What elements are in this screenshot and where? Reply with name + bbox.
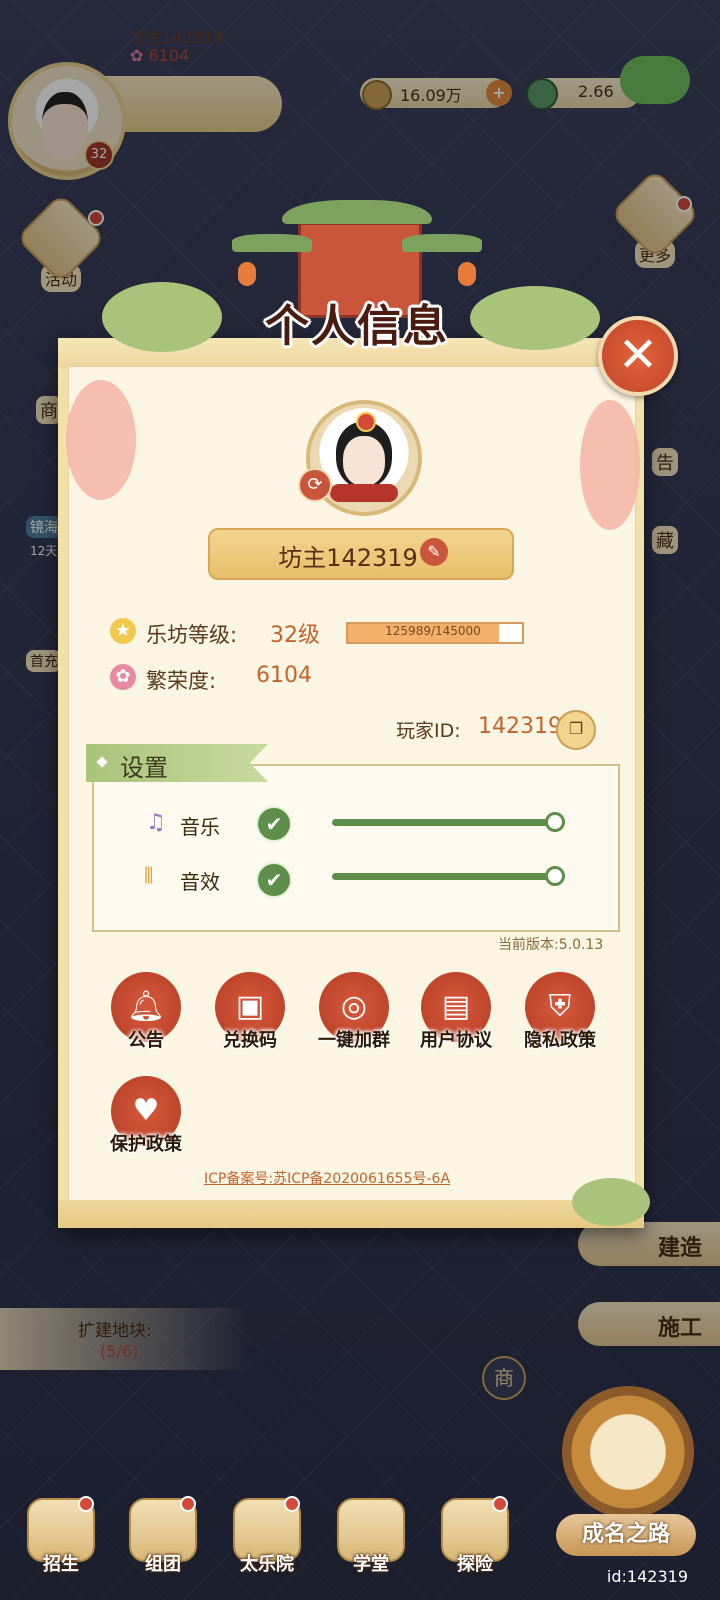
prosperity-value: 6104 bbox=[256, 663, 312, 688]
bottom-navigation: 招生 组团 太乐院 学堂 探险 成名之路 id:142319 bbox=[0, 1386, 720, 1600]
edit-name-button[interactable]: ✎ bbox=[420, 538, 448, 566]
music-note-icon: ♫ bbox=[146, 810, 166, 835]
nav-academy[interactable]: 太乐院 bbox=[230, 1496, 304, 1576]
level-value: 32级 bbox=[270, 623, 320, 648]
music-toggle-checkbox[interactable]: ✔ bbox=[256, 806, 292, 842]
bush-decoration bbox=[102, 282, 222, 352]
settings-title: 设置 bbox=[120, 754, 168, 782]
music-label: 音乐 bbox=[180, 815, 220, 839]
join-group-button[interactable]: ◎ 一键加群 bbox=[312, 972, 396, 1052]
refresh-icon: ⟳ bbox=[307, 474, 323, 495]
change-avatar-button[interactable]: ⟳ bbox=[298, 468, 332, 502]
blossom-decoration bbox=[580, 400, 640, 530]
prosperity-label: 繁荣度: bbox=[146, 669, 217, 693]
lantern-icon bbox=[238, 262, 256, 286]
check-icon: ✔ bbox=[265, 812, 283, 836]
privacy-policy-button[interactable]: ⛨ 隐私政策 bbox=[518, 972, 602, 1052]
star-icon: ★ bbox=[110, 618, 136, 644]
close-icon: ✕ bbox=[617, 327, 659, 383]
user-agreement-label: 用户协议 bbox=[420, 1030, 492, 1051]
notification-dot bbox=[78, 1496, 94, 1512]
nav-school-label: 学堂 bbox=[353, 1554, 389, 1575]
announcement-button[interactable]: 🔔︎ 公告 bbox=[104, 972, 188, 1052]
privacy-policy-label: 隐私政策 bbox=[524, 1030, 596, 1051]
check-icon: ✔ bbox=[265, 868, 283, 892]
nav-school[interactable]: 学堂 bbox=[334, 1498, 408, 1576]
bush-decoration bbox=[572, 1178, 650, 1226]
player-id-value: 142319 bbox=[478, 714, 562, 739]
bush-decoration bbox=[470, 286, 600, 350]
icp-link[interactable]: ICP备案号:苏ICP备2020061655号-6A bbox=[204, 1168, 450, 1188]
exp-progress-text: 125989/145000 bbox=[385, 624, 481, 638]
announcement-label: 公告 bbox=[128, 1030, 164, 1051]
flower-icon: ✿ bbox=[110, 664, 136, 690]
sfx-volume-slider[interactable] bbox=[332, 866, 565, 886]
nav-recruit-label: 招生 bbox=[43, 1554, 79, 1575]
dialog-title: 个人信息 bbox=[265, 301, 449, 352]
footer-player-id: id:142319 bbox=[606, 1567, 688, 1586]
slider-handle[interactable] bbox=[545, 812, 565, 832]
nav-team-label: 组团 bbox=[145, 1554, 181, 1575]
user-agreement-button[interactable]: ▤ 用户协议 bbox=[414, 972, 498, 1052]
nav-explore[interactable]: 探险 bbox=[438, 1496, 512, 1576]
notification-dot bbox=[492, 1496, 508, 1512]
blossom-decoration bbox=[66, 380, 136, 500]
lantern-icon bbox=[458, 262, 476, 286]
nav-academy-label: 太乐院 bbox=[240, 1554, 294, 1575]
nav-recruit[interactable]: 招生 bbox=[24, 1496, 98, 1576]
notification-dot bbox=[284, 1496, 300, 1512]
sfx-toggle-checkbox[interactable]: ✔ bbox=[256, 862, 292, 898]
redeem-code-button[interactable]: ▣ 兑换码 bbox=[208, 972, 292, 1052]
crown-icon bbox=[356, 412, 376, 432]
protection-policy-button[interactable]: ♥ 保护政策 bbox=[104, 1076, 188, 1156]
diamond-icon bbox=[96, 756, 108, 768]
notification-dot bbox=[180, 1496, 196, 1512]
player-id-label: 玩家ID: bbox=[396, 720, 461, 742]
player-name-box: 坊主142319 bbox=[208, 528, 514, 580]
nav-team[interactable]: 组团 bbox=[126, 1496, 200, 1576]
fame-road-button[interactable]: 成名之路 bbox=[556, 1386, 706, 1556]
nav-explore-label: 探险 bbox=[457, 1554, 493, 1575]
sound-effects-icon: ⫴ bbox=[144, 864, 154, 889]
close-button[interactable]: ✕ bbox=[598, 316, 678, 396]
redeem-code-label: 兑换码 bbox=[223, 1030, 277, 1051]
protection-policy-label: 保护政策 bbox=[110, 1134, 182, 1155]
music-volume-slider[interactable] bbox=[332, 812, 565, 832]
version-text: 当前版本:5.0.13 bbox=[498, 937, 604, 953]
settings-header: 设置 bbox=[86, 744, 268, 782]
copy-icon: ❐ bbox=[568, 719, 584, 738]
fame-road-label: 成名之路 bbox=[556, 1514, 696, 1556]
drum-icon bbox=[562, 1386, 694, 1518]
slider-handle[interactable] bbox=[545, 866, 565, 886]
join-group-label: 一键加群 bbox=[318, 1030, 390, 1051]
pencil-icon: ✎ bbox=[427, 542, 441, 561]
level-label: 乐坊等级: bbox=[146, 623, 238, 647]
copy-id-button[interactable]: ❐ bbox=[556, 710, 596, 750]
settings-panel bbox=[92, 764, 620, 932]
sfx-label: 音效 bbox=[180, 870, 220, 894]
